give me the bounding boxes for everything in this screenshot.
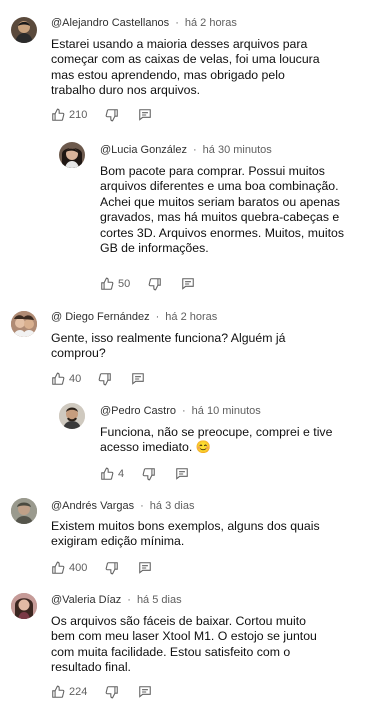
thumb-up-icon [100, 467, 114, 481]
reply-button[interactable] [138, 685, 152, 699]
timestamp[interactable]: há 5 dias [137, 594, 182, 606]
dislike-button[interactable] [105, 108, 119, 122]
avatar[interactable] [11, 17, 37, 43]
dislike-button[interactable] [98, 372, 112, 386]
thumb-up-icon [51, 685, 65, 699]
comment-actions: 400 [51, 561, 171, 577]
reply-button[interactable] [131, 372, 145, 386]
avatar[interactable] [11, 498, 37, 524]
comment-actions: 40 [51, 372, 171, 388]
like-button[interactable]: 40 [51, 372, 81, 386]
timestamp[interactable]: há 3 dias [150, 500, 195, 512]
like-button[interactable]: 400 [51, 561, 87, 575]
reply-comment-icon [138, 685, 152, 699]
comment-actions: 4 [100, 467, 200, 483]
author-name[interactable]: @ Diego Fernández [51, 311, 150, 323]
like-count: 210 [69, 109, 88, 121]
avatar[interactable] [59, 403, 85, 429]
like-count: 40 [69, 373, 82, 385]
like-count: 50 [118, 278, 131, 290]
author-name[interactable]: @Pedro Castro [100, 405, 176, 417]
reply-comment-icon [138, 108, 152, 122]
reply-button[interactable] [175, 467, 189, 481]
comment: @Andrés Vargas · há 3 dias Existem muitos … [0, 490, 367, 585]
reply-comment: @Pedro Castro · há 10 minutos Funciona, nã… [0, 396, 367, 486]
reply-comment-icon [131, 372, 145, 386]
reply-button[interactable] [138, 108, 152, 122]
thumb-down-icon [105, 685, 119, 699]
avatar[interactable] [11, 311, 37, 337]
comment-text: Funciona, não se preocupe, comprei e tiv… [100, 425, 333, 455]
reply-button[interactable] [181, 277, 195, 291]
dislike-button[interactable] [105, 561, 119, 575]
reply-comment: @Lucia González · há 30 minutos Bom pacote… [0, 135, 367, 295]
like-count: 224 [69, 686, 88, 698]
comment-meta: @Alejandro Castellanos · há 2 horas [51, 17, 237, 29]
comment-meta: @Valeria Díaz · há 5 dias [51, 594, 182, 606]
thumb-down-icon [148, 277, 162, 291]
author-name[interactable]: @Alejandro Castellanos [51, 17, 169, 29]
comment-meta: @Andrés Vargas · há 3 dias [51, 500, 195, 512]
thumb-down-icon [105, 561, 119, 575]
comment-meta: @Lucia González · há 30 minutos [100, 144, 272, 156]
reply-button[interactable] [138, 561, 152, 575]
comment-actions: 50 [100, 277, 220, 293]
thumb-down-icon [105, 108, 119, 122]
comment: @ Diego Fernández · há 2 horas Gente, isso… [0, 302, 367, 392]
like-count: 4 [118, 468, 125, 480]
like-button[interactable]: 224 [51, 685, 87, 699]
thumb-down-icon [142, 467, 156, 481]
reply-comment-icon [138, 561, 152, 575]
like-button[interactable]: 4 [100, 467, 124, 481]
dislike-button[interactable] [148, 277, 162, 291]
comment: @Alejandro Castellanos · há 2 horas Estare… [0, 0, 367, 130]
thumb-up-icon [51, 561, 65, 575]
thumb-up-icon [51, 108, 65, 122]
comment-text: Existem muitos bons exemplos, alguns dos… [51, 519, 320, 549]
dislike-button[interactable] [142, 467, 156, 481]
dislike-button[interactable] [105, 685, 119, 699]
comment-text: Os arquivos são fáceis de baixar. Cortou… [51, 614, 317, 675]
author-name[interactable]: @Andrés Vargas [51, 500, 134, 512]
like-count: 400 [69, 562, 88, 574]
timestamp[interactable]: há 2 horas [165, 311, 217, 323]
avatar[interactable] [59, 142, 85, 168]
like-button[interactable]: 50 [100, 277, 130, 291]
comment: @Valeria Díaz · há 5 dias Os arquivos são … [0, 585, 367, 704]
timestamp[interactable]: há 30 minutos [203, 144, 272, 156]
comment-text: Bom pacote para comprar. Possui muitos a… [100, 164, 344, 256]
reply-comment-icon [175, 467, 189, 481]
comment-actions: 210 [51, 108, 171, 124]
author-name[interactable]: @Lucia González [100, 144, 187, 156]
author-name[interactable]: @Valeria Díaz [51, 594, 121, 606]
thumb-down-icon [98, 372, 112, 386]
comment-text: Estarei usando a maioria desses arquivos… [51, 37, 320, 98]
timestamp[interactable]: há 10 minutos [192, 405, 261, 417]
comment-actions: 224 [51, 685, 171, 701]
thumb-up-icon [100, 277, 114, 291]
comment-meta: @ Diego Fernández · há 2 horas [51, 311, 218, 323]
comment-meta: @Pedro Castro · há 10 minutos [100, 405, 261, 417]
timestamp[interactable]: há 2 horas [185, 17, 237, 29]
avatar[interactable] [11, 593, 37, 619]
comment-text: Gente, isso realmente funciona? Alguém j… [51, 331, 286, 361]
thumb-up-icon [51, 372, 65, 386]
reply-comment-icon [181, 277, 195, 291]
like-button[interactable]: 210 [51, 108, 87, 122]
